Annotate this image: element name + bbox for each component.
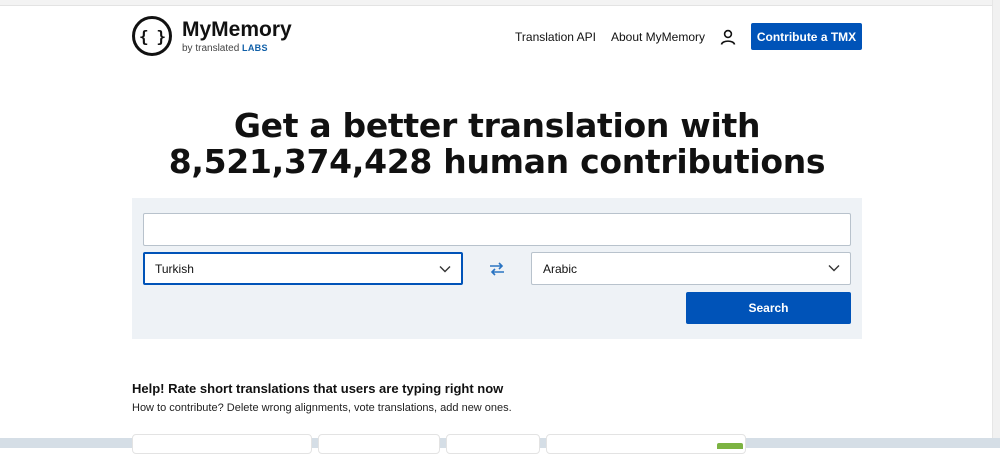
rating-card[interactable] (446, 434, 540, 454)
logo-text: MyMemory by translated LABS (182, 19, 292, 54)
search-input[interactable] (143, 213, 851, 246)
rating-card[interactable] (132, 434, 312, 454)
brand-labs: LABS (242, 42, 268, 53)
feedback-tab[interactable] (717, 443, 743, 449)
title-line-2: 8,521,374,428 human contributions (168, 142, 826, 181)
search-button[interactable]: Search (686, 292, 851, 324)
site-header: { } MyMemory by translated LABS Translat… (132, 14, 862, 60)
search-panel: Turkish Arabic Search (132, 198, 862, 339)
logo-braces-icon: { } (132, 16, 172, 56)
browser-top-edge (0, 0, 1000, 6)
rating-card[interactable] (318, 434, 440, 454)
user-icon[interactable] (719, 28, 737, 46)
contribute-tmx-button[interactable]: Contribute a TMX (751, 23, 862, 50)
source-language-value: Turkish (155, 261, 194, 276)
chevron-down-icon (828, 265, 840, 272)
page-title: Get a better translation with 8,521,374,… (0, 108, 994, 180)
scrollbar[interactable] (992, 0, 1000, 448)
rating-cards-row (0, 430, 1000, 454)
logo[interactable]: { } MyMemory by translated LABS (132, 16, 292, 56)
nav-about-mymemory[interactable]: About MyMemory (611, 30, 705, 44)
help-subtitle: How to contribute? Delete wrong alignmen… (132, 402, 512, 414)
brand-name: MyMemory (182, 17, 292, 41)
chevron-down-icon (439, 266, 451, 273)
nav-translation-api[interactable]: Translation API (515, 30, 596, 44)
rating-card[interactable] (546, 434, 746, 454)
title-line-1: Get a better translation with (233, 106, 761, 145)
help-title: Help! Rate short translations that users… (132, 381, 504, 396)
main-nav: Translation API About MyMemory Contribut… (500, 23, 862, 50)
brand-sub: by translated LABS (182, 42, 292, 54)
brand-sub-prefix: by translated (182, 42, 240, 54)
target-language-value: Arabic (543, 261, 578, 276)
target-language-select[interactable]: Arabic (531, 252, 851, 285)
source-language-select[interactable]: Turkish (143, 252, 463, 285)
swap-arrows-icon[interactable] (488, 261, 506, 277)
